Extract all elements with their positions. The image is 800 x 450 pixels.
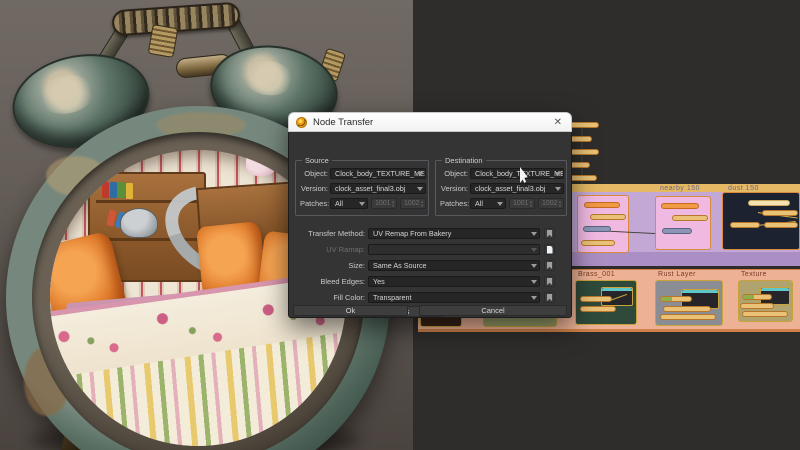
graph-node[interactable] — [742, 294, 772, 300]
bell-highlight — [241, 57, 296, 99]
book — [126, 183, 133, 199]
graph-node[interactable] — [590, 214, 626, 220]
group-label: Rust Layer — [658, 271, 696, 278]
chevron-down-icon — [531, 296, 537, 300]
graph-node[interactable] — [764, 222, 798, 228]
graph-node[interactable] — [581, 240, 615, 246]
graph-node[interactable] — [730, 222, 760, 228]
reset-icon[interactable] — [544, 292, 555, 303]
uv-ramap-dropdown — [368, 244, 540, 255]
metal-pot — [120, 208, 158, 238]
transfer-method-dropdown[interactable]: UV Remap From Bakery — [368, 228, 540, 239]
graph-node[interactable] — [662, 228, 692, 234]
graph-node[interactable] — [748, 200, 790, 206]
chevron-down-icon — [497, 202, 503, 206]
floral-vase — [246, 150, 276, 176]
node-wire — [581, 124, 583, 193]
transfer-method-label: Transfer Method: — [308, 229, 365, 238]
chevron-down-icon — [359, 202, 365, 206]
spinner-arrows-icon[interactable]: ▲ ▼ — [558, 200, 562, 208]
destination-legend: Destination — [442, 156, 486, 165]
spinner-arrows-icon[interactable]: ▲ ▼ — [420, 200, 424, 208]
node-transfer-dialog: Node Transfer ✕ Source Object: Clock_bod… — [288, 112, 572, 318]
graph-node[interactable] — [580, 306, 616, 312]
book — [102, 182, 109, 198]
book — [118, 182, 125, 198]
source-patches-dropdown[interactable]: All — [330, 198, 368, 209]
object-label: Object: — [304, 169, 328, 178]
bleed-edges-label: Bleed Edges: — [320, 277, 365, 286]
destination-patch-end-spinner[interactable]: 1002 ▲ ▼ — [538, 198, 564, 209]
dialog-body: Source Object: Clock_body_TEXTURE_ME Ver… — [288, 132, 572, 318]
reset-icon[interactable] — [544, 228, 555, 239]
fill-color-dropdown[interactable]: Transparent — [368, 292, 540, 303]
destination-patch-start-spinner[interactable]: 1001 ▲ ▼ — [509, 198, 535, 209]
graph-node[interactable] — [762, 210, 798, 216]
group-label: Brass_001 — [578, 271, 616, 278]
source-version-dropdown[interactable]: clock_asset_final3.obj — [330, 183, 426, 194]
backdrop-label: dust 150 — [728, 185, 759, 192]
chevron-down-icon — [531, 280, 537, 284]
destination-patches-dropdown[interactable]: All — [470, 198, 506, 209]
cancel-button[interactable]: Cancel — [419, 305, 567, 316]
ok-button[interactable]: Ok — [293, 305, 408, 316]
app-logo-icon — [296, 116, 307, 128]
source-group: Source Object: Clock_body_TEXTURE_ME Ver… — [295, 156, 429, 216]
spinner-arrows-icon[interactable]: ▲ ▼ — [529, 200, 533, 208]
reset-icon[interactable] — [544, 276, 555, 287]
chevron-down-icon — [531, 232, 537, 236]
graph-node[interactable] — [569, 122, 599, 128]
chevron-down-icon — [555, 172, 561, 176]
file-icon[interactable] — [544, 244, 555, 255]
graph-node[interactable] — [570, 149, 599, 155]
graph-node[interactable] — [660, 314, 716, 320]
bleed-edges-dropdown[interactable]: Yes — [368, 276, 540, 287]
graph-node[interactable] — [660, 296, 692, 302]
graph-node[interactable] — [661, 203, 699, 209]
source-legend: Source — [302, 156, 332, 165]
graph-node[interactable] — [583, 226, 611, 232]
source-object-dropdown[interactable]: Clock_body_TEXTURE_ME — [330, 168, 426, 179]
close-icon[interactable]: ✕ — [552, 117, 564, 128]
size-dropdown[interactable]: Same As Source — [368, 260, 540, 271]
graph-node[interactable] — [672, 215, 708, 221]
chevron-down-icon — [417, 187, 423, 191]
group-label: Texture — [741, 271, 767, 278]
version-label: Version: — [440, 184, 468, 193]
graph-node[interactable] — [584, 202, 620, 208]
source-patch-start-spinner[interactable]: 1001 ▲ ▼ — [371, 198, 397, 209]
dialog-titlebar[interactable]: Node Transfer ✕ — [288, 112, 572, 132]
graph-node[interactable] — [580, 296, 612, 302]
source-patch-end-spinner[interactable]: 1002 ▲ ▼ — [400, 198, 426, 209]
app-window: nearby 150 dust 150 Brass_001 Rust Layer… — [0, 0, 800, 450]
clock-winding-key-left — [147, 23, 179, 59]
size-label: Size: — [348, 261, 365, 270]
chevron-down-icon — [531, 248, 537, 252]
destination-group: Destination Object: Clock_body_TEXTURE_M… — [435, 156, 567, 216]
graph-node[interactable] — [663, 306, 711, 312]
uv-ramap-label: UV Ramap: — [326, 245, 365, 254]
destination-object-dropdown[interactable]: Clock_body_TEXTURE_ME — [470, 168, 564, 179]
reset-icon[interactable] — [544, 260, 555, 271]
chevron-down-icon — [531, 264, 537, 268]
chevron-down-icon — [417, 172, 423, 176]
patches-label: Patches: — [300, 199, 330, 208]
fill-color-label: Fill Color: — [333, 293, 365, 302]
spinner-arrows-icon[interactable]: ▲ ▼ — [391, 200, 395, 208]
version-label: Version: — [300, 184, 328, 193]
destination-version-dropdown[interactable]: clock_asset_final3.obj — [470, 183, 564, 194]
backdrop-label: nearby 150 — [660, 185, 701, 192]
dialog-title: Node Transfer — [313, 116, 374, 128]
bell-highlight — [35, 70, 98, 118]
backdrop-lavender-footer — [570, 252, 800, 266]
graph-node[interactable] — [742, 311, 788, 317]
book — [110, 182, 117, 198]
chevron-down-icon — [555, 187, 561, 191]
object-label: Object: — [444, 169, 468, 178]
graph-node[interactable] — [740, 303, 774, 309]
patches-label: Patches: — [440, 199, 470, 208]
